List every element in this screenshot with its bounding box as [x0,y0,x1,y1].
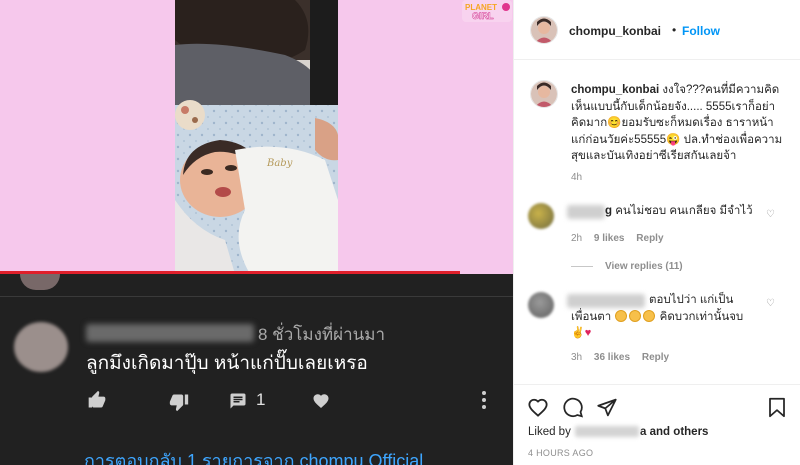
view-replies-link[interactable]: การตอบกลับ 1 รายการจาก chompu Official [84,446,423,465]
comment-body: คนไม่ชอบ คนเกลียจ มีจำไว้ [615,205,753,217]
comment-meta: 3h 36 likes Reply [571,352,678,363]
svg-text:GIRL: GIRL [472,11,494,21]
liked-by-prefix: Liked by [528,426,571,438]
comment-avatar[interactable] [528,292,554,318]
caption-age: 4h [571,172,583,183]
commenter-name-blurred[interactable] [86,324,254,342]
comment-text: g คนไม่ชอบ คนเกลียจ มีจำไว้ [605,203,753,220]
comment-reply-button[interactable]: Reply [636,233,663,244]
view-replies-label: View replies (11) [605,261,683,272]
heart-icon[interactable] [311,392,331,415]
liked-by-summary: Liked by a and others [528,426,708,438]
comment-like-icon[interactable]: ♡ [766,209,775,220]
thumbs-up-icon[interactable] [86,390,108,415]
post-caption: chompu_konbai งงใจ???คนที่มีความคิดเห็นแ… [571,82,787,165]
rofl-emoji-icon [643,310,656,322]
comment-likes[interactable]: 36 likes [594,352,630,363]
comment-text-line2: เพื่อนตา คิดบวกเท่านั้นจบ [571,309,771,326]
ig-bookmark-icon[interactable] [768,397,786,423]
commenter-avatar[interactable] [14,322,68,372]
commenter-name-blurred[interactable] [567,294,645,308]
rofl-emoji-icon [615,310,628,322]
comment-reply-button[interactable]: Reply [642,352,669,363]
video-scene [175,0,338,274]
ig-comment-icon[interactable] [562,397,584,423]
liker-name-blurred[interactable] [575,426,640,438]
comment-age: 2h [571,233,583,244]
liked-by-others[interactable]: others [673,426,708,438]
profile-avatar[interactable] [530,16,558,44]
ig-heart-icon[interactable] [527,397,549,422]
comment-text-part: เพื่อนตา [571,311,612,323]
reply-count: 1 [256,390,266,409]
comment-icon[interactable] [228,392,248,415]
comment-meta: 2h 9 likes Reply [571,233,673,244]
caption-username[interactable]: chompu_konbai [571,84,659,96]
reply-line [571,265,593,267]
comment-text-line1: ตอบไปว่า แก่เป็น [649,294,734,306]
partial-avatar [20,274,60,290]
separator-dot: • [672,23,677,37]
comment-text-line3: ✌♥ [571,325,591,342]
divider [0,296,513,297]
red-heart-icon: ♥ [584,327,592,339]
video-frame[interactable]: Baby [175,0,338,274]
instagram-panel: chompu_konbai • Follow chompu_konbai งงใ… [513,0,800,465]
planet-girl-logo: PLANET GIRL [462,0,512,22]
victory-hand-icon: ✌ [571,327,585,339]
liked-by-suffix[interactable]: a and [640,426,670,438]
caption-avatar[interactable] [530,80,558,108]
rofl-emoji-icon [629,310,642,322]
youtube-comment-section: 8 ชั่วโมงที่ผ่านมา ลูกมึงเกิดมาปุ๊บ หน้า… [0,274,513,465]
commenter-name-blurred[interactable] [567,205,605,219]
header-username[interactable]: chompu_konbai [569,24,661,38]
comment-like-icon[interactable]: ♡ [766,298,775,309]
post-header: chompu_konbai • Follow [514,0,800,60]
follow-button[interactable]: Follow [682,24,720,38]
thumbs-down-icon[interactable] [168,392,190,417]
view-replies-button[interactable]: View replies (11) [571,261,683,272]
comment-age: 3h [571,352,583,363]
comment-avatar[interactable] [528,203,554,229]
comment-name-suffix[interactable]: g [605,205,612,217]
comment-likes[interactable]: 9 likes [594,233,625,244]
post-age: 4 HOURS AGO [528,448,594,458]
comment-text-end: คิดบวกเท่านั้นจบ [659,311,744,323]
comment-time: 8 ชั่วโมงที่ผ่านมา [258,325,385,344]
planet-girl-logo-graphic: PLANET GIRL [462,0,512,22]
comment-actions: 1 [86,390,506,414]
more-vert-icon[interactable] [480,390,488,415]
ig-share-icon[interactable] [596,397,618,423]
comment-text: ลูกมึงเกิดมาปุ๊บ หน้าแก่ปั๊บเลยเหรอ [86,353,368,374]
onesie-print: Baby [267,158,293,169]
media-panel: Baby PLANET GIRL 8 ชั่วโมงที่ผ่านมา ลูกม… [0,0,513,465]
